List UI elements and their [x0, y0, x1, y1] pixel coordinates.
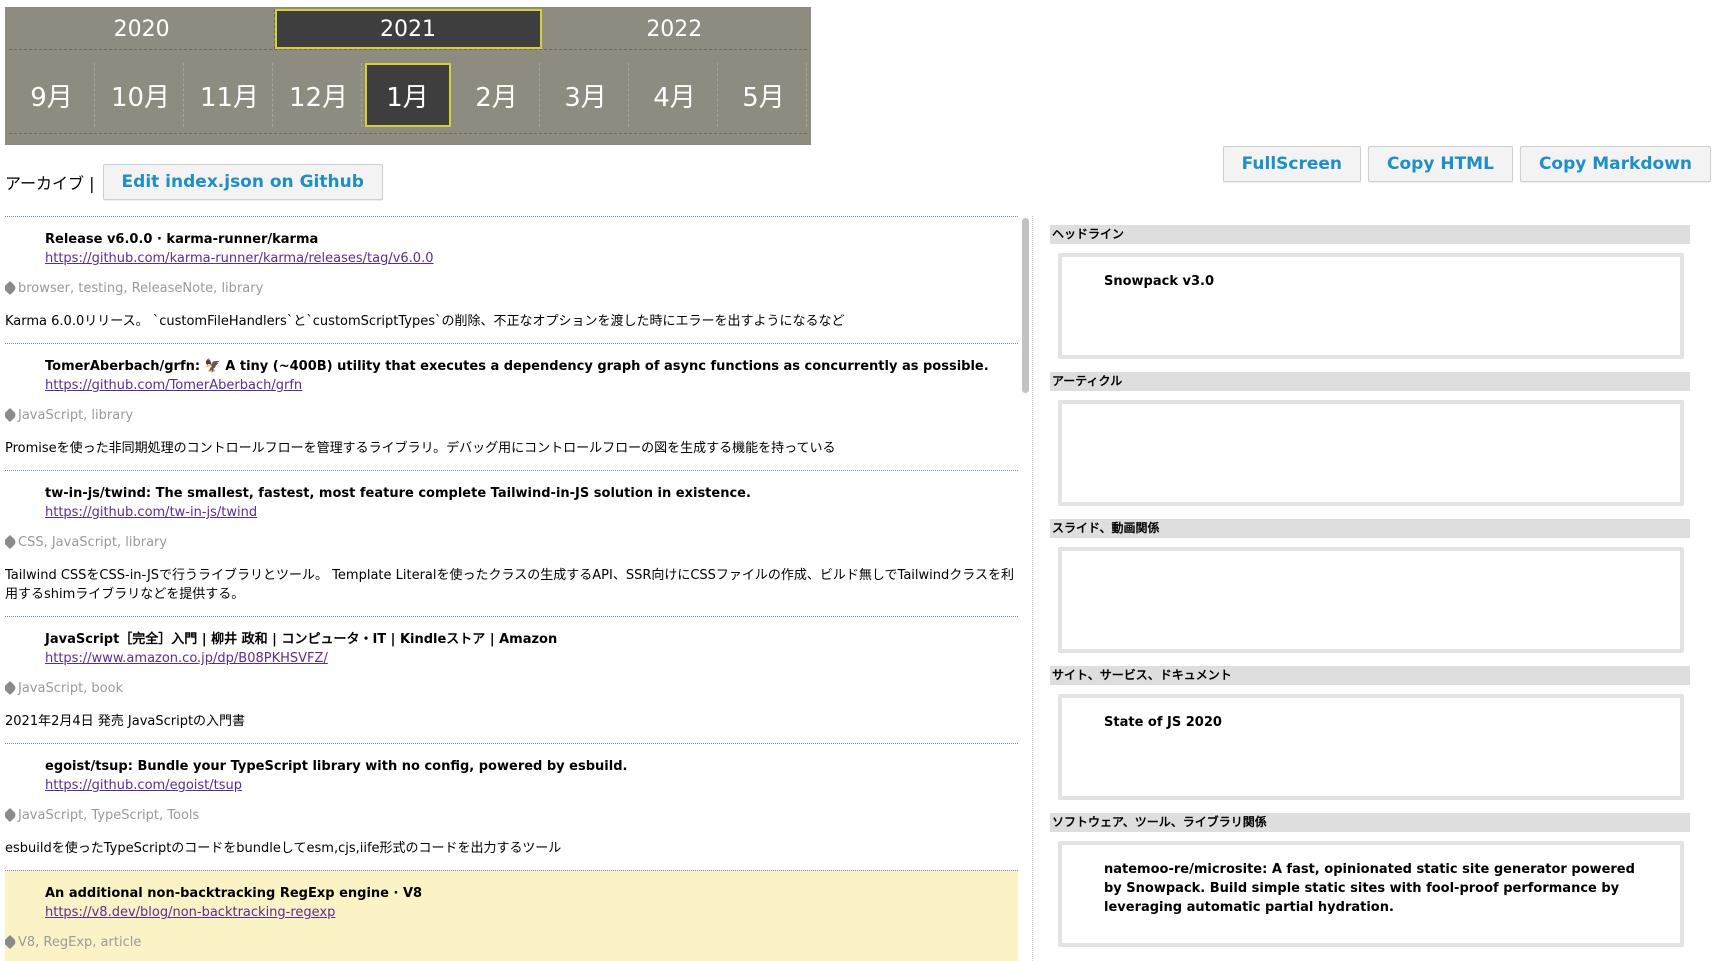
category-box: Snowpack v3.0: [1058, 253, 1684, 359]
category-box: [1058, 400, 1684, 506]
list-item: TomerAberbach/grfn: 🦅 A tiny (~400B) uti…: [5, 343, 1018, 470]
category-item: natemoo-re/microsite: A fast, opinionate…: [1104, 862, 1635, 915]
year-tab-2021[interactable]: 2021: [275, 9, 542, 49]
entry-link[interactable]: https://github.com/TomerAberbach/grfn: [45, 376, 1018, 395]
archive-row: アーカイブ | Edit index.json on Github: [5, 163, 383, 201]
preview-panel: ヘッドライン Snowpack v3.0 アーティクル スライド、動画関係 サイ…: [1050, 225, 1690, 961]
category-heading: ソフトウェア、ツール、ライブラリ関係: [1050, 813, 1690, 832]
entry-tags: JavaScript, book: [5, 680, 1018, 698]
entry-title: TomerAberbach/grfn: 🦅 A tiny (~400B) uti…: [45, 359, 989, 374]
list-item: JavaScript［完全］入門 | 柳井 政和 | コンピュータ・IT | K…: [5, 616, 1018, 743]
entry-tags: CSS, JavaScript, library: [5, 534, 1018, 552]
year-tabs: 2020 2021 2022: [9, 9, 807, 50]
entry-description: Tailwind CSSをCSS-in-JSで行うライブラリとツール。 Temp…: [5, 568, 1014, 602]
action-toolbar: FullScreen Copy HTML Copy Markdown: [1222, 146, 1711, 182]
tag-list: JavaScript, TypeScript, Tools: [18, 808, 200, 823]
category-heading: アーティクル: [1050, 372, 1690, 391]
year-tab-2020[interactable]: 2020: [9, 9, 276, 49]
archive-label: アーカイブ |: [5, 174, 95, 193]
category-heading: サイト、サービス、ドキュメント: [1050, 666, 1690, 685]
category-section: ヘッドライン Snowpack v3.0: [1050, 225, 1690, 359]
category-section: アーティクル: [1050, 372, 1690, 506]
tag-icon: [5, 680, 18, 696]
list-item: tw-in-js/twind: The smallest, fastest, m…: [5, 470, 1018, 616]
list-item: Release v6.0.0 · karma-runner/karma http…: [5, 216, 1018, 343]
category-heading: スライド、動画関係: [1050, 519, 1690, 538]
entry-description: 2021年2月4日 発売 JavaScriptの入門書: [5, 714, 246, 729]
tag-icon: [5, 407, 18, 423]
entry-list: Release v6.0.0 · karma-runner/karma http…: [5, 216, 1018, 961]
entry-description: Promiseを使った非同期処理のコントロールフローを管理するライブラリ。デバッ…: [5, 441, 836, 456]
entry-tags: JavaScript, TypeScript, Tools: [5, 807, 1018, 825]
edit-index-button[interactable]: Edit index.json on Github: [102, 164, 383, 200]
year-tab-2022[interactable]: 2022: [542, 9, 807, 49]
copy-markdown-button[interactable]: Copy Markdown: [1519, 146, 1711, 182]
category-section: スライド、動画関係: [1050, 519, 1690, 653]
entry-description: esbuildを使ったTypeScriptのコードをbundleしてesm,cj…: [5, 841, 562, 856]
month-tabs: 9月 10月 11月 12月 1月 2月 3月 4月 5月: [9, 63, 807, 134]
entry-title: egoist/tsup: Bundle your TypeScript libr…: [45, 759, 628, 774]
tag-icon: [5, 280, 18, 296]
month-tab[interactable]: 4月: [632, 63, 718, 127]
month-tab[interactable]: 9月: [9, 63, 95, 127]
month-tab[interactable]: 10月: [98, 63, 184, 127]
entry-description: Karma 6.0.0リリース。 `customFileHandlers`と`c…: [5, 314, 845, 329]
tag-icon: [5, 534, 18, 550]
tag-list: JavaScript, library: [18, 408, 134, 423]
entry-title: Release v6.0.0 · karma-runner/karma: [45, 232, 319, 247]
entry-link[interactable]: https://www.amazon.co.jp/dp/B08PKHSVFZ/: [45, 649, 1018, 668]
entry-tags: browser, testing, ReleaseNote, library: [5, 280, 1018, 298]
copy-html-button[interactable]: Copy HTML: [1368, 146, 1513, 182]
scrollbar-thumb[interactable]: [1022, 218, 1029, 393]
entry-tags: V8, RegExp, article: [5, 934, 1018, 952]
month-tab[interactable]: 2月: [454, 63, 540, 127]
entry-tags: JavaScript, library: [5, 407, 1018, 425]
entry-title: tw-in-js/twind: The smallest, fastest, m…: [45, 486, 751, 501]
list-item: egoist/tsup: Bundle your TypeScript libr…: [5, 743, 1018, 870]
tag-list: browser, testing, ReleaseNote, library: [18, 281, 264, 296]
category-item: Snowpack v3.0: [1104, 274, 1215, 289]
calendar-nav: 2020 2021 2022 9月 10月 11月 12月 1月 2月 3月 4…: [5, 7, 811, 145]
entry-title: JavaScript［完全］入門 | 柳井 政和 | コンピュータ・IT | K…: [45, 632, 558, 647]
month-tab[interactable]: 3月: [543, 63, 629, 127]
panel-divider: [1032, 216, 1033, 961]
month-tab[interactable]: 5月: [721, 63, 807, 127]
month-tab[interactable]: 11月: [187, 63, 273, 127]
month-tab[interactable]: 1月: [365, 63, 451, 127]
scrollbar[interactable]: [1020, 216, 1032, 961]
category-box: [1058, 547, 1684, 653]
tag-icon: [5, 807, 18, 823]
tag-icon: [5, 934, 18, 950]
category-box: natemoo-re/microsite: A fast, opinionate…: [1058, 841, 1684, 947]
tag-list: CSS, JavaScript, library: [18, 535, 168, 550]
entry-title: An additional non-backtracking RegExp en…: [45, 886, 423, 901]
entry-link[interactable]: https://github.com/karma-runner/karma/re…: [45, 249, 1018, 268]
tag-list: V8, RegExp, article: [18, 935, 142, 950]
tag-list: JavaScript, book: [18, 681, 124, 696]
month-tab[interactable]: 12月: [276, 63, 362, 127]
list-item-highlighted: An additional non-backtracking RegExp en…: [5, 870, 1018, 961]
category-section: ソフトウェア、ツール、ライブラリ関係 natemoo-re/microsite:…: [1050, 813, 1690, 947]
category-heading: ヘッドライン: [1050, 225, 1690, 244]
category-section: サイト、サービス、ドキュメント State of JS 2020: [1050, 666, 1690, 800]
entry-link[interactable]: https://github.com/tw-in-js/twind: [45, 503, 1018, 522]
category-item: State of JS 2020: [1104, 715, 1222, 730]
category-box: State of JS 2020: [1058, 694, 1684, 800]
fullscreen-button[interactable]: FullScreen: [1222, 146, 1362, 182]
entry-link[interactable]: https://github.com/egoist/tsup: [45, 776, 1018, 795]
entry-link[interactable]: https://v8.dev/blog/non-backtracking-reg…: [45, 903, 1018, 922]
